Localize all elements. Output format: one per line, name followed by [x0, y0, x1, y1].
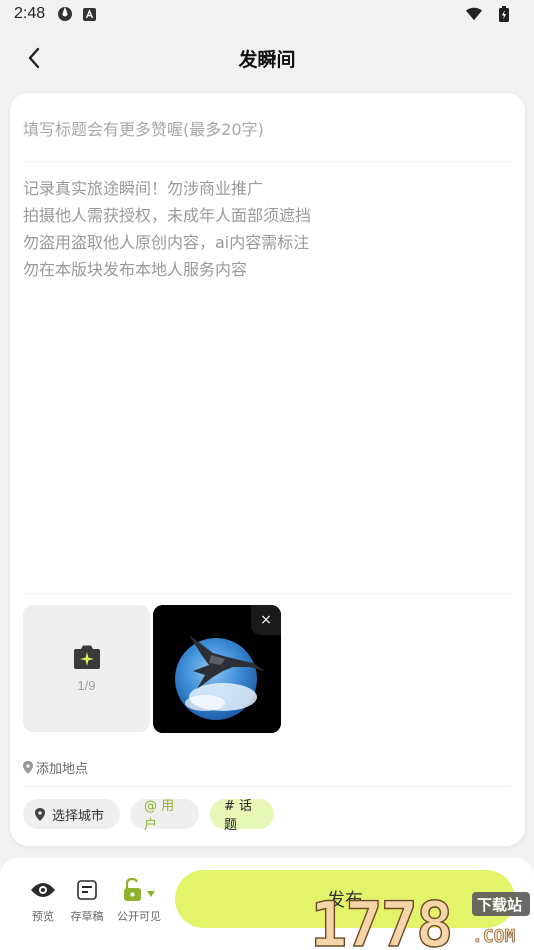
photo-count: 1/9 — [77, 678, 96, 693]
camera-sparkle-icon — [73, 645, 100, 669]
caret-down-icon — [147, 891, 155, 897]
body-input[interactable] — [23, 175, 511, 585]
unlock-icon — [124, 878, 141, 901]
title-input[interactable] — [23, 109, 511, 149]
save-draft-button[interactable]: 存草稿 — [68, 878, 106, 924]
divider — [23, 161, 511, 162]
preview-label: 预览 — [32, 910, 54, 923]
preview-button[interactable]: 预览 — [28, 878, 58, 924]
back-button[interactable] — [20, 44, 48, 72]
location-pin-icon — [35, 807, 45, 821]
sync-icon — [57, 6, 73, 22]
publish-label: 发布 — [327, 890, 363, 911]
wifi-icon — [466, 6, 482, 22]
chevron-left-icon — [28, 47, 40, 69]
save-draft-label: 存草稿 — [70, 910, 104, 923]
header: 发瞬间 — [0, 36, 534, 80]
location-pin-icon — [23, 760, 33, 774]
add-topic-label: # 话题 — [224, 799, 253, 833]
add-topic-chip[interactable]: # 话题 — [210, 799, 274, 833]
close-icon: × — [260, 612, 272, 628]
visibility-label: 公开可见 — [117, 910, 161, 923]
status-bar: 2:48 — [0, 0, 534, 28]
add-photo-button[interactable]: 1/9 — [23, 605, 150, 732]
divider — [23, 786, 511, 787]
select-city-label: 选择城市 — [52, 808, 105, 824]
app-notification-icon — [81, 6, 97, 22]
publish-button[interactable]: 发布 — [175, 870, 515, 928]
mention-user-label: @ 用户 — [144, 799, 175, 833]
post-editor-card: 1/9 × 添加地点 选择城市 — [10, 93, 525, 846]
draft-icon — [77, 880, 97, 900]
page-title: 发瞬间 — [238, 48, 296, 71]
divider — [23, 593, 511, 594]
photo-thumbnail[interactable]: × — [153, 605, 281, 733]
bottom-action-bar: 预览 存草稿 公开可见 发布 — [0, 858, 534, 950]
select-city-chip[interactable]: 选择城市 — [23, 799, 120, 829]
remove-photo-button[interactable]: × — [251, 605, 281, 635]
add-location-button[interactable]: 添加地点 — [23, 757, 88, 777]
battery-icon — [496, 6, 512, 22]
add-location-label: 添加地点 — [36, 761, 89, 777]
status-time: 2:48 — [14, 5, 46, 22]
eye-icon — [31, 883, 55, 897]
mention-user-chip[interactable]: @ 用户 — [130, 799, 199, 833]
visibility-selector[interactable]: 公开可见 — [116, 878, 162, 924]
